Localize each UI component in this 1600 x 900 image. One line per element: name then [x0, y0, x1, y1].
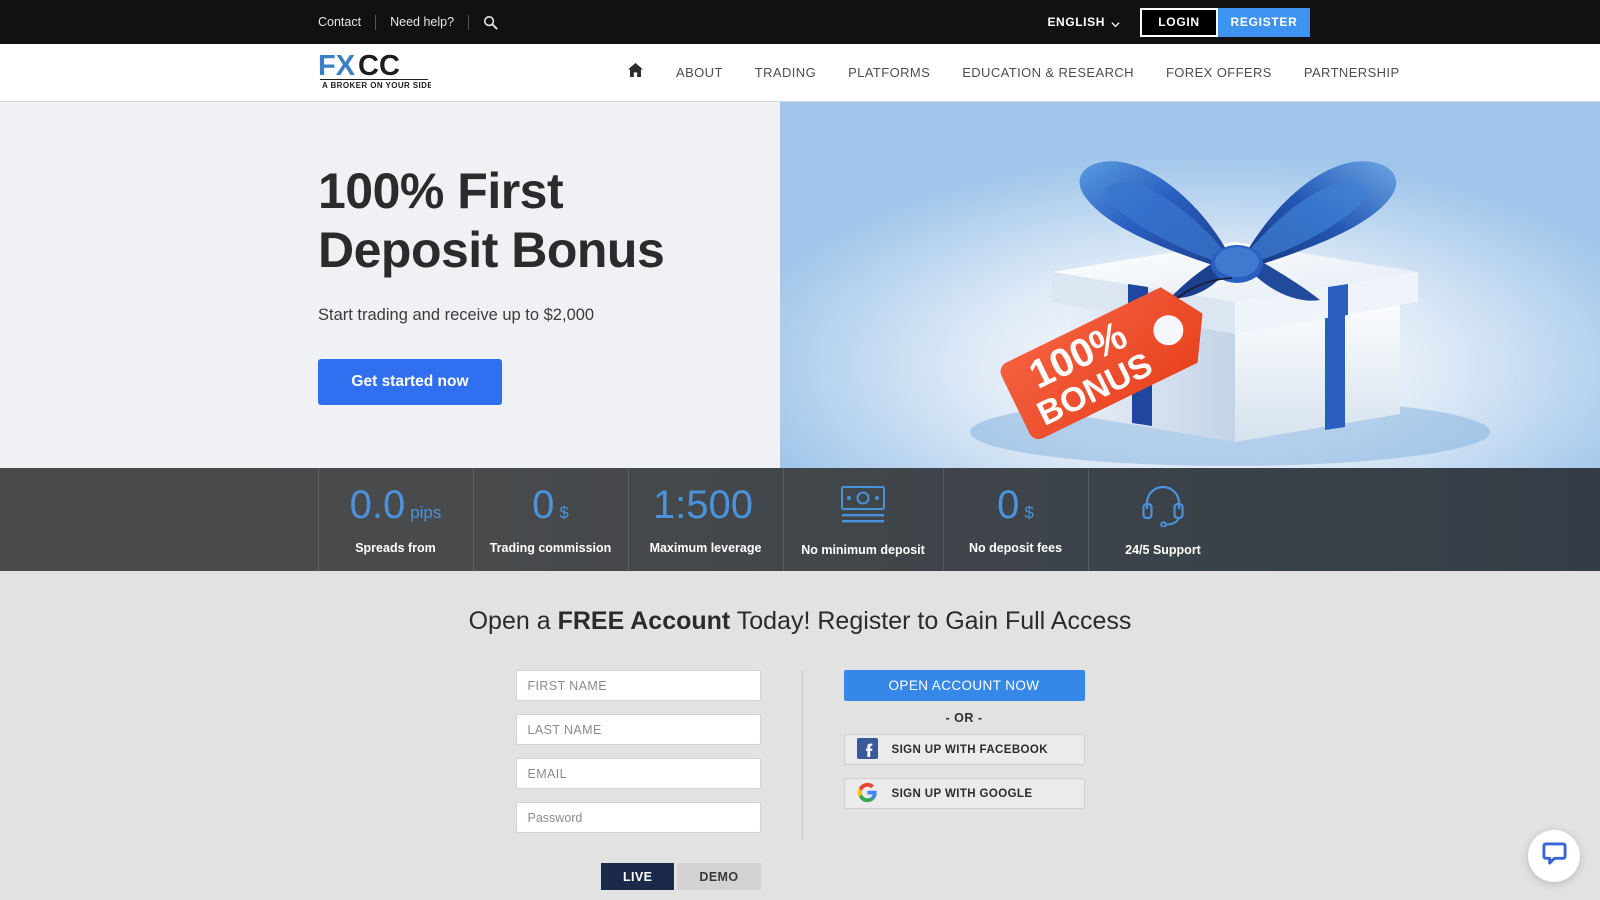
register-button[interactable]: REGISTER — [1218, 7, 1310, 37]
registration-form: LIVE DEMO — [515, 670, 761, 890]
nav-item-forex-offers[interactable]: FOREX OFFERS — [1150, 65, 1288, 80]
hero-banner: 100% BONUS 100% First Deposit Bonus Star… — [0, 102, 1600, 468]
nav-links: ABOUT TRADING PLATFORMS EDUCATION & RESE… — [611, 62, 1416, 83]
nav-item-platforms[interactable]: PLATFORMS — [832, 65, 946, 80]
hero-subtitle: Start trading and receive up to $2,000 — [318, 306, 595, 324]
top-utility-bar: Contact Need help? ENGLISH LOGIN REGISTE… — [0, 0, 1600, 44]
nav-item-education-research[interactable]: EDUCATION & RESEARCH — [946, 65, 1150, 80]
hero-title-line-1: 100% First — [318, 163, 564, 219]
search-icon — [483, 15, 498, 30]
stat-maximum-leverage: 1:500 Maximum leverage — [628, 468, 783, 571]
headset-icon — [1139, 483, 1187, 527]
sign-up-with-facebook-button[interactable]: SIGN UP WITH FACEBOOK — [843, 734, 1085, 765]
stat-label: No minimum deposit — [801, 542, 925, 557]
facebook-icon — [856, 737, 878, 762]
or-separator-label: - OR - — [945, 711, 983, 725]
stat-label: 24/5 Support — [1125, 542, 1201, 557]
contact-link[interactable]: Contact — [318, 15, 375, 29]
top-utility-left: Contact Need help? — [318, 14, 512, 30]
need-help-link[interactable]: Need help? — [376, 15, 468, 29]
open-account-now-button[interactable]: OPEN ACCOUNT NOW — [843, 670, 1085, 701]
stat-trading-commission: 0 $ Trading commission — [473, 468, 628, 571]
google-button-label: SIGN UP WITH GOOGLE — [891, 787, 1033, 800]
chat-bubble-icon — [1541, 841, 1567, 871]
hero-copy: 100% First Deposit Bonus Start trading a… — [318, 162, 665, 405]
chevron-down-icon — [1111, 18, 1120, 27]
stat-no-minimum-deposit: No minimum deposit — [783, 468, 943, 571]
signup-heading-post: Today! Register to Gain Full Access — [730, 607, 1132, 635]
stat-unit: pips — [410, 502, 442, 522]
login-button[interactable]: LOGIN — [1140, 7, 1218, 37]
signup-heading-pre: Open a — [468, 607, 558, 635]
gift-box-illustration: 100% BONUS — [780, 102, 1600, 468]
stats-bar: 0.0 pips Spreads from 0 $ Trading commis… — [0, 468, 1600, 571]
live-chat-widget[interactable] — [1528, 830, 1580, 882]
svg-text:A BROKER ON YOUR SIDE: A BROKER ON YOUR SIDE — [322, 81, 431, 90]
nav-item-about[interactable]: ABOUT — [660, 65, 739, 80]
search-button[interactable] — [469, 15, 512, 30]
vertical-divider — [801, 670, 803, 840]
nav-item-partnership[interactable]: PARTNERSHIP — [1288, 65, 1416, 80]
home-icon — [627, 62, 644, 83]
tab-live[interactable]: LIVE — [601, 863, 675, 890]
stat-spreads-from: 0.0 pips Spreads from — [318, 468, 473, 571]
fxcc-logo[interactable]: FX CC A BROKER ON YOUR SIDE — [318, 50, 433, 95]
stat-unit: $ — [559, 502, 569, 522]
hero-title: 100% First Deposit Bonus — [318, 162, 665, 280]
signup-body: LIVE DEMO OPEN ACCOUNT NOW - OR - SIGN U… — [0, 670, 1600, 890]
svg-text:CC: CC — [358, 50, 400, 82]
signup-heading: Open a FREE Account Today! Register to G… — [0, 571, 1600, 636]
nav-item-trading[interactable]: TRADING — [739, 65, 832, 80]
main-navigation-bar: FX CC A BROKER ON YOUR SIDE ABOUT TRADIN… — [0, 44, 1600, 102]
get-started-button[interactable]: Get started now — [318, 359, 502, 405]
stat-no-deposit-fees: 0 $ No deposit fees — [943, 468, 1088, 571]
stat-label: Trading commission — [489, 540, 612, 555]
language-selector[interactable]: ENGLISH — [1047, 15, 1120, 29]
facebook-button-label: SIGN UP WITH FACEBOOK — [891, 743, 1048, 756]
stat-label: No deposit fees — [968, 540, 1063, 555]
stat-number: 0.0 — [349, 482, 406, 527]
email-field[interactable] — [515, 758, 761, 789]
stat-value: 1:500 — [653, 485, 758, 525]
stat-24-5-support: 24/5 Support — [1088, 468, 1238, 571]
tab-demo[interactable]: DEMO — [677, 863, 761, 890]
stat-unit: $ — [1024, 502, 1034, 522]
top-utility-right: ENGLISH LOGIN REGISTER — [1047, 0, 1310, 44]
hero-title-line-2: Deposit Bonus — [318, 222, 665, 278]
password-field[interactable] — [515, 802, 761, 833]
svg-text:FX: FX — [318, 50, 356, 82]
social-signup-column: OPEN ACCOUNT NOW - OR - SIGN UP WITH FAC… — [843, 670, 1085, 890]
stat-number: 0 — [997, 482, 1020, 527]
google-icon — [857, 782, 878, 806]
stat-number: 0 — [532, 482, 555, 527]
stat-value: 0.0 pips — [350, 485, 442, 525]
stat-label: Maximum leverage — [649, 540, 762, 555]
nav-item-home[interactable] — [611, 62, 660, 83]
last-name-field[interactable] — [515, 714, 761, 745]
stat-value: 0 $ — [997, 485, 1034, 525]
stat-number: 1:500 — [652, 482, 754, 527]
first-name-field[interactable] — [515, 670, 761, 701]
stat-label: Spreads from — [355, 540, 436, 555]
banknote-icon — [840, 483, 886, 527]
stat-value: 0 $ — [532, 485, 569, 525]
account-type-tabs: LIVE DEMO — [516, 863, 761, 890]
signup-heading-bold: FREE Account — [557, 607, 731, 635]
signup-section: Open a FREE Account Today! Register to G… — [0, 571, 1600, 900]
sign-up-with-google-button[interactable]: SIGN UP WITH GOOGLE — [843, 778, 1085, 809]
language-label: ENGLISH — [1047, 15, 1105, 29]
